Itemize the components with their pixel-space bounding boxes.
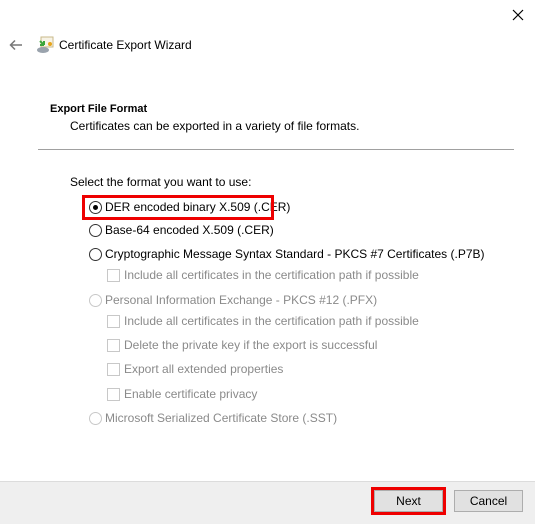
close-button[interactable]: [505, 4, 531, 26]
radio-pkcs7-p7b[interactable]: Cryptographic Message Syntax Standard - …: [89, 245, 485, 263]
section-description: Certificates can be exported in a variet…: [70, 119, 360, 133]
checkbox[interactable]: [107, 314, 120, 328]
checkbox-p7b-include-path[interactable]: Include all certificates in the certific…: [107, 266, 419, 284]
checkbox-delete-private-key[interactable]: Delete the private key if the export is …: [107, 336, 377, 354]
checkbox-certificate-privacy[interactable]: Enable certificate privacy: [107, 385, 257, 403]
radio-pkcs12-pfx[interactable]: Personal Information Exchange - PKCS #12…: [89, 291, 377, 309]
checkbox[interactable]: [107, 387, 120, 401]
radio-base64-cer[interactable]: Base-64 encoded X.509 (.CER): [89, 221, 274, 239]
checkbox-label: Delete the private key if the export is …: [124, 338, 378, 352]
checkbox-pfx-include-path[interactable]: Include all certificates in the certific…: [107, 312, 419, 330]
cancel-button[interactable]: Cancel: [454, 490, 523, 512]
radio-button[interactable]: [89, 247, 102, 261]
radio-label: Cryptographic Message Syntax Standard - …: [105, 247, 485, 261]
format-prompt: Select the format you want to use:: [70, 175, 252, 189]
radio-label: Personal Information Exchange - PKCS #12…: [105, 293, 378, 307]
radio-label: Base-64 encoded X.509 (.CER): [105, 223, 274, 237]
checkbox-label: Include all certificates in the certific…: [124, 268, 419, 282]
radio-sst[interactable]: Microsoft Serialized Certificate Store (…: [89, 409, 337, 427]
section-title: Export File Format: [50, 103, 148, 115]
radio-label: Microsoft Serialized Certificate Store (…: [105, 411, 338, 425]
radio-button[interactable]: [89, 411, 102, 425]
checkbox[interactable]: [107, 268, 120, 282]
back-button[interactable]: [6, 36, 26, 54]
radio-button[interactable]: [89, 293, 102, 307]
window-title: Certificate Export Wizard: [59, 38, 192, 52]
checkbox-label: Enable certificate privacy: [124, 387, 258, 401]
highlight-der-option: [82, 195, 274, 220]
checkbox-label: Export all extended properties: [124, 362, 284, 376]
checkbox[interactable]: [107, 362, 120, 376]
back-arrow-icon: [9, 39, 22, 51]
checkbox-label: Include all certificates in the certific…: [124, 314, 419, 328]
checkbox[interactable]: [107, 338, 120, 352]
checkbox-export-extended-properties[interactable]: Export all extended properties: [107, 360, 283, 378]
close-icon: [512, 9, 524, 21]
highlight-next-button: [371, 487, 446, 515]
header-divider: [38, 149, 514, 150]
radio-button[interactable]: [89, 223, 102, 237]
certificate-icon: [36, 36, 54, 54]
